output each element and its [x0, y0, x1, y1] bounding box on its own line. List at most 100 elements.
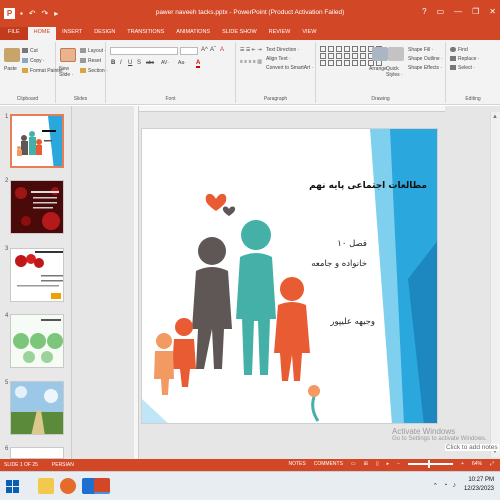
find-button[interactable]: Find	[450, 47, 468, 53]
tab-animations[interactable]: ANIMATIONS	[170, 27, 216, 40]
font-color-button[interactable]: A	[196, 60, 201, 68]
status-right: NOTES COMMENTS ▭ ⊞ ▯ ▸ − + 64% ⤢	[289, 460, 494, 468]
close-icon[interactable]: ✕	[489, 7, 496, 16]
align-text-button[interactable]: Align Text ·	[266, 56, 291, 62]
shape-fill-button[interactable]: Shape Fill ·	[408, 47, 433, 53]
tab-transitions[interactable]: TRANSITIONS	[121, 27, 170, 40]
shadow-button[interactable]: S	[137, 60, 141, 66]
tab-design[interactable]: DESIGN	[88, 27, 121, 40]
cut-button[interactable]: Cut	[22, 48, 38, 54]
replace-label: Replace ·	[458, 56, 480, 62]
font-size-input[interactable]	[180, 47, 198, 55]
bold-button[interactable]: B	[111, 60, 115, 66]
shrink-font-button[interactable]: Aˇ	[210, 47, 216, 53]
bullets-button[interactable]: ☰ ☰ ⇤ ⇥	[240, 47, 262, 53]
tab-slide-show[interactable]: SLIDE SHOW	[216, 27, 263, 40]
shape-outline-button[interactable]: Shape Outline ·	[408, 56, 443, 62]
zoom-level[interactable]: 64%	[472, 461, 482, 467]
tab-review[interactable]: REVIEW	[263, 27, 297, 40]
character-spacing-button[interactable]: AV·	[161, 60, 169, 66]
zoom-in-icon[interactable]: +	[461, 461, 464, 467]
reset-icon	[80, 58, 86, 64]
tab-insert[interactable]: INSERT	[56, 27, 88, 40]
change-case-button[interactable]: Aa·	[178, 60, 186, 66]
status-bar: SLIDE 1 OF 25 PERSIAN NOTES COMMENTS ▭ ⊞…	[0, 459, 500, 471]
text-direction-button[interactable]: Text Direction ·	[266, 47, 299, 53]
thumb-number: 4	[5, 313, 9, 319]
reading-view-icon[interactable]: ▯	[376, 461, 379, 467]
cut-label: Cut	[30, 48, 38, 54]
convert-smartart-button[interactable]: Convert to SmartArt ·	[266, 65, 313, 71]
slide-title[interactable]: مطالعات اجتماعی پایه نهم	[309, 181, 427, 191]
align-buttons[interactable]: ≡ ≡ ≡ ≡ ▥	[240, 59, 262, 65]
font-name-input[interactable]	[110, 47, 178, 55]
notes-button[interactable]: NOTES	[289, 461, 306, 467]
minimize-icon[interactable]: —	[454, 7, 462, 16]
reset-label: Reset	[88, 58, 102, 64]
layout-button[interactable]: Layout ·	[80, 48, 106, 54]
volume-icon[interactable]: ♪	[453, 482, 457, 490]
system-tray: ⌃ ◔ ♪	[432, 482, 456, 490]
taskbar-clock[interactable]: 10:27 PM 12/23/2023	[464, 476, 494, 494]
language-indicator[interactable]: PERSIAN	[52, 462, 74, 468]
paste-icon[interactable]	[4, 48, 20, 62]
reset-button[interactable]: Reset	[80, 58, 101, 64]
tab-file[interactable]: FILE	[0, 27, 28, 40]
help-icon[interactable]: ?	[422, 7, 426, 16]
slide-thumbnails-panel[interactable]: 1 2 3 4 5 6	[0, 106, 72, 459]
slide-sorter-icon[interactable]: ⊞	[364, 461, 368, 467]
tab-home[interactable]: HOME	[27, 27, 57, 40]
restore-icon[interactable]: ❐	[472, 7, 479, 16]
italic-button[interactable]: I	[120, 60, 122, 66]
quick-styles-button[interactable]: Quick Styles ·	[386, 66, 406, 78]
arrange-button[interactable]: Arrange	[369, 66, 387, 72]
slideshow-icon[interactable]: ▸	[387, 461, 390, 467]
powerpoint-taskbar-icon[interactable]	[94, 478, 110, 494]
replace-button[interactable]: Replace ·	[450, 56, 479, 62]
thumb-number: 1	[5, 114, 9, 120]
slide-chapter[interactable]: فصل ۱۰	[337, 239, 367, 249]
slide-thumbnail-2[interactable]	[10, 180, 64, 234]
clear-formatting-button[interactable]: A	[220, 47, 224, 53]
zoom-slider-thumb[interactable]	[428, 460, 431, 468]
slide-subject[interactable]: خانواده و جامعه	[311, 259, 367, 269]
slide-thumbnail-4[interactable]	[10, 314, 64, 368]
grow-font-button[interactable]: A^	[201, 47, 208, 53]
zoom-slider[interactable]	[408, 460, 454, 468]
notes-placeholder[interactable]: Click to add notes	[445, 444, 499, 451]
quick-styles-icon[interactable]	[388, 47, 404, 61]
slide-thumbnail-6[interactable]	[10, 447, 64, 459]
fit-slide-icon[interactable]: ⤢	[490, 461, 494, 467]
file-explorer-icon[interactable]	[38, 478, 54, 494]
title-bar: P ▪ ↶ ↷ ▸ pawer naveeh tacks.pptx - Powe…	[0, 0, 500, 27]
strikethrough-button[interactable]: abc	[146, 60, 154, 66]
new-slide-icon[interactable]	[60, 48, 76, 62]
layout-icon	[80, 48, 86, 54]
search-icon	[450, 47, 456, 53]
vertical-scrollbar[interactable]: ▲ ▼	[490, 112, 500, 457]
shapes-gallery[interactable]	[320, 46, 382, 66]
network-icon[interactable]: ◔	[443, 482, 447, 490]
new-slide-button[interactable]: New Slide ·	[59, 66, 77, 78]
normal-view-icon[interactable]: ▭	[351, 461, 356, 467]
section-button[interactable]: Section ·	[80, 68, 108, 74]
select-button[interactable]: Select ·	[450, 65, 475, 71]
slide-thumbnail-1[interactable]	[10, 114, 64, 168]
paste-button[interactable]: Paste	[4, 66, 17, 72]
slide-thumbnail-3[interactable]	[10, 248, 64, 302]
current-slide[interactable]: مطالعات اجتماعی پایه نهم فصل ۱۰ خانواده …	[141, 128, 438, 424]
ribbon-display-icon[interactable]: ▭	[437, 7, 445, 16]
firefox-icon[interactable]	[60, 478, 76, 494]
windows-start-icon[interactable]	[6, 480, 19, 493]
arrange-icon[interactable]	[372, 47, 388, 61]
underline-button[interactable]: U	[128, 60, 132, 66]
comments-button[interactable]: COMMENTS	[314, 461, 343, 467]
scroll-up-icon[interactable]: ▲	[492, 114, 499, 120]
slide-author[interactable]: وجیهه علیپور	[330, 317, 375, 327]
slide-thumbnail-5[interactable]	[10, 381, 64, 435]
copy-button[interactable]: Copy ·	[22, 58, 45, 64]
tab-view[interactable]: VIEW	[296, 27, 322, 40]
chevron-up-icon[interactable]: ⌃	[432, 482, 438, 490]
zoom-out-icon[interactable]: −	[397, 461, 400, 467]
shape-effects-button[interactable]: Shape Effects ·	[408, 65, 442, 71]
